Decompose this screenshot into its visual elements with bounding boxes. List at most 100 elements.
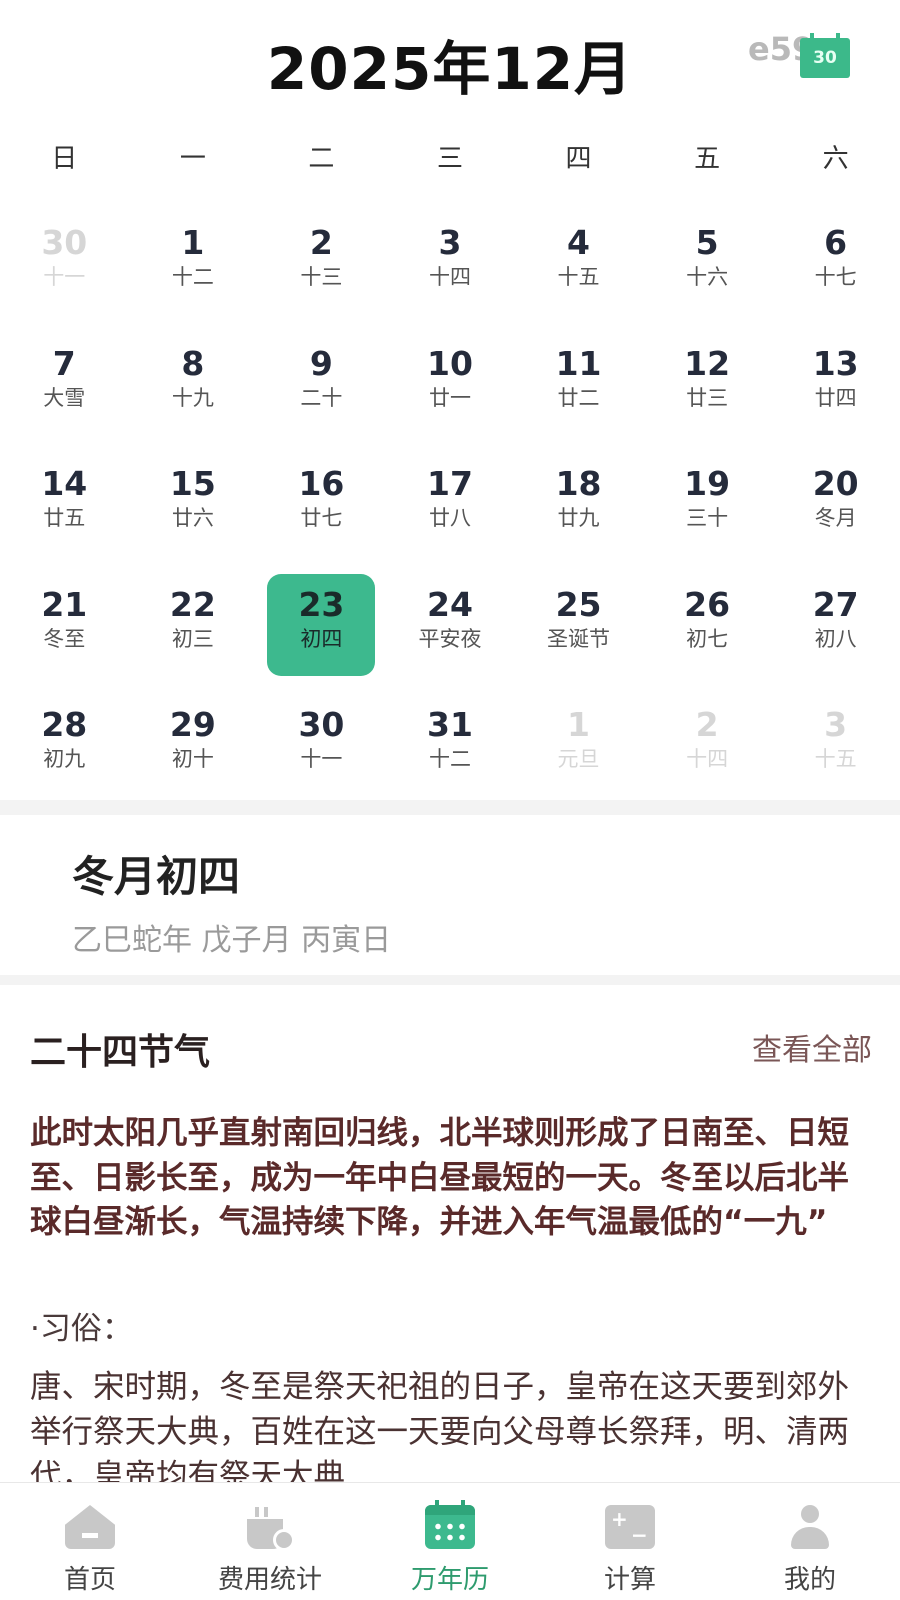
- view-all-link[interactable]: 查看全部: [752, 1025, 872, 1069]
- tab-calculate[interactable]: + − 计算: [540, 1483, 720, 1600]
- calendar-panel: 2025年12月 e59 30 日 一 二 三 四 五 六 30 十一 1 十二 2 十三…: [0, 0, 900, 800]
- tab-calendar[interactable]: 万年历: [360, 1483, 540, 1600]
- calendar-day[interactable]: 30 十一: [257, 682, 386, 803]
- calendar-day[interactable]: 22 初三: [129, 562, 258, 683]
- weekday-label: 二: [308, 144, 335, 174]
- calendar-day[interactable]: 5 十六: [643, 200, 772, 321]
- day-number: 19: [684, 464, 731, 503]
- calendar-day[interactable]: 1 元旦: [514, 682, 643, 803]
- lunar-day-label: 初九: [43, 747, 86, 771]
- tab-label: 费用统计: [217, 1565, 322, 1595]
- day-number: 12: [684, 343, 731, 383]
- calendar-icon: [425, 1500, 475, 1549]
- calendar-day[interactable]: 11 廿二: [514, 321, 643, 442]
- lunar-day-label: 三十: [686, 506, 729, 530]
- calendar-rings-icon: [810, 33, 840, 41]
- weekday-header: 日 一 二 三 四 五 六: [0, 138, 900, 175]
- lunar-day-label: 元旦: [557, 747, 600, 771]
- calendar-day[interactable]: 12 廿三: [643, 321, 772, 442]
- tab-home[interactable]: 首页: [0, 1483, 180, 1600]
- day-number: 9: [309, 343, 333, 383]
- lunar-day-label: 廿九: [557, 506, 600, 530]
- calendar-day[interactable]: 15 廿六: [129, 441, 258, 562]
- day-number: 30: [41, 223, 88, 262]
- weekday-label: 五: [694, 144, 721, 174]
- calendar-day[interactable]: 21 冬至: [0, 562, 129, 683]
- weekday-label: 日: [51, 144, 78, 174]
- day-number: 18: [555, 464, 602, 503]
- calendar-day[interactable]: 3 十五: [771, 682, 900, 803]
- calendar-week-row: 21 冬至 22 初三 23 初四 24 平安夜 25 圣诞节 26 初七 27 初八: [0, 562, 900, 683]
- calendar-day[interactable]: 30 十一: [0, 200, 129, 321]
- lunar-day-label: 廿六: [171, 506, 214, 530]
- calendar-day[interactable]: 20 冬月: [771, 441, 900, 562]
- calendar-day[interactable]: 9 二十: [257, 321, 386, 442]
- weekday-label: 六: [822, 144, 849, 174]
- day-number: 31: [427, 705, 473, 744]
- day-number: 14: [41, 464, 88, 503]
- weekday-label: 三: [436, 144, 463, 174]
- lunar-day-label: 廿四: [814, 385, 857, 410]
- day-number: 3: [438, 223, 462, 262]
- calendar-day[interactable]: 7 大雪: [0, 321, 129, 442]
- calendar-day[interactable]: 13 廿四: [771, 321, 900, 442]
- day-number: 7: [52, 343, 76, 383]
- day-number: 10: [427, 343, 473, 383]
- day-number: 20: [812, 464, 859, 503]
- lunar-day-label: 十二: [171, 265, 214, 289]
- lunar-day-label: 二十: [300, 385, 343, 410]
- today-button[interactable]: 30: [800, 33, 850, 78]
- tab-expense-stats[interactable]: 费用统计: [180, 1483, 360, 1600]
- calendar-day[interactable]: 24 平安夜: [386, 562, 515, 683]
- day-number: 8: [181, 343, 205, 383]
- lunar-day-label: 十七: [814, 265, 857, 289]
- calendar-day[interactable]: 8 十九: [129, 321, 258, 442]
- lunar-date-title: 冬月初四: [72, 852, 241, 901]
- calendar-day[interactable]: 19 三十: [643, 441, 772, 562]
- customs-label: ·习俗：: [30, 1311, 133, 1347]
- weekday-label: 四: [565, 144, 592, 174]
- calendar-day[interactable]: 18 廿九: [514, 441, 643, 562]
- calendar-day[interactable]: 26 初七: [643, 562, 772, 683]
- expense-icon: [245, 1505, 295, 1551]
- tab-mine[interactable]: 我的: [720, 1483, 900, 1600]
- day-number: 13: [812, 343, 859, 383]
- calendar-week-row: 7 大雪 8 十九 9 二十 10 廿一 11 廿二 12 廿三 13 廿四: [0, 321, 900, 442]
- calendar-day[interactable]: 31 十二: [386, 682, 515, 803]
- day-number: 17: [427, 464, 473, 503]
- calendar-day[interactable]: 2 十三: [257, 200, 386, 321]
- lunar-day-label: 廿五: [43, 506, 86, 530]
- calendar-day[interactable]: 27 初八: [771, 562, 900, 683]
- calendar-day[interactable]: 4 十五: [514, 200, 643, 321]
- day-number: 27: [812, 584, 859, 624]
- day-number: 1: [181, 223, 205, 262]
- calendar-week-row: 30 十一 1 十二 2 十三 3 十四 4 十五 5 十六 6 十七: [0, 200, 900, 321]
- lunar-day-label: 初十: [171, 747, 214, 771]
- calendar-day[interactable]: 14 廿五: [0, 441, 129, 562]
- customs-text: 唐、宋时期，冬至是祭天祀祖的日子，皇帝在这天要到郊外举行祭天大典，百姓在这一天要…: [30, 1369, 850, 1485]
- calendar-day[interactable]: 29 初十: [129, 682, 258, 803]
- lunar-day-label: 廿三: [686, 385, 729, 410]
- today-button-label: 30: [813, 48, 837, 68]
- calendar-day[interactable]: 6 十七: [771, 200, 900, 321]
- day-number: 2: [309, 223, 333, 262]
- calendar-day[interactable]: 2 十四: [643, 682, 772, 803]
- day-number: 30: [298, 705, 345, 744]
- weekday-label: 一: [179, 144, 206, 174]
- calendar-day[interactable]: 28 初九: [0, 682, 129, 803]
- calendar-day[interactable]: 16 廿七: [257, 441, 386, 562]
- day-number: 4: [567, 223, 591, 262]
- day-number: 22: [169, 584, 216, 624]
- lunar-day-label: 十五: [814, 747, 857, 771]
- calendar-day[interactable]: 17 廿八: [386, 441, 515, 562]
- calendar-day[interactable]: 10 廿一: [386, 321, 515, 442]
- day-number: 25: [555, 584, 602, 624]
- selected-date-card: 冬月初四 乙巳蛇年 戊子月 丙寅日: [0, 815, 900, 975]
- calendar-day[interactable]: 1 十二: [129, 200, 258, 321]
- lunar-day-label: 廿七: [300, 506, 343, 530]
- calendar-day[interactable]: 3 十四: [386, 200, 515, 321]
- calendar-day[interactable]: 25 圣诞节: [514, 562, 643, 683]
- calendar-week-row: 28 初九 29 初十 30 十一 31 十二 1 元旦 2 十四 3 十五: [0, 682, 900, 803]
- calendar-day-selected[interactable]: 23 初四: [257, 562, 386, 683]
- tab-label: 首页: [63, 1565, 116, 1595]
